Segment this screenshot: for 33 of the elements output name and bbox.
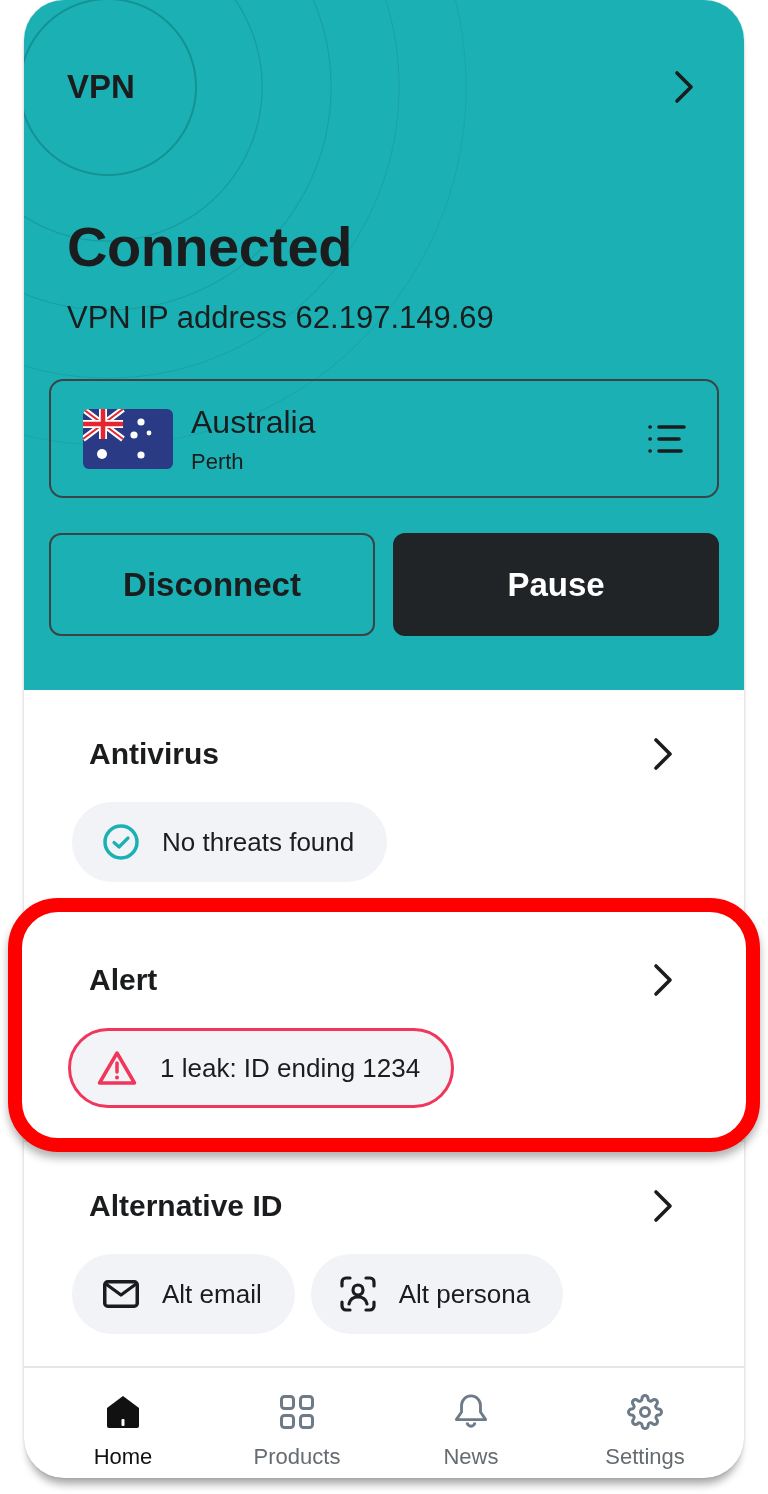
chevron-right-icon[interactable]: [653, 1189, 673, 1223]
nav-tab[interactable]: Settings: [558, 1368, 732, 1478]
settings-icon: [627, 1394, 663, 1430]
check-circle-icon: [103, 824, 139, 860]
email-chip[interactable]: Alt email: [72, 1254, 295, 1334]
city-name: Perth: [191, 448, 244, 475]
flag-icon: [83, 408, 173, 469]
grid-icon: [280, 1394, 314, 1430]
chevron-right-icon[interactable]: [674, 70, 694, 104]
vpn-title: VPN: [67, 67, 135, 107]
disconnect-button[interactable]: Disconnect: [49, 533, 375, 636]
bell-icon: [453, 1394, 489, 1430]
location-card[interactable]: Australia Perth: [49, 379, 719, 498]
warning-icon: [97, 1050, 137, 1086]
connection-status: Connected: [67, 217, 352, 277]
chevron-right-icon[interactable]: [653, 737, 673, 771]
status-chip[interactable]: No threats found: [72, 802, 388, 882]
persona-chip[interactable]: Alt persona: [310, 1254, 564, 1334]
alert-chip[interactable]: 1 leak: ID ending 1234: [68, 1028, 455, 1108]
chevron-right-icon[interactable]: [653, 963, 673, 997]
mail-icon: [103, 1280, 139, 1308]
section-title: Alert: [89, 962, 158, 998]
nav-tab[interactable]: News: [384, 1368, 558, 1478]
section-title: Antivirus: [89, 736, 220, 772]
country-name: Australia: [191, 402, 316, 441]
ip-address-text: VPN IP address 62.197.149.69: [67, 300, 494, 336]
person-frame-icon: [339, 1276, 376, 1312]
nav-tab[interactable]: Home: [36, 1368, 210, 1478]
nav-tab[interactable]: Products: [210, 1368, 384, 1478]
pause-button[interactable]: Pause: [393, 533, 719, 636]
section-title: Alternative ID: [89, 1188, 283, 1224]
home-icon: [105, 1394, 141, 1430]
list-icon[interactable]: [648, 423, 686, 454]
